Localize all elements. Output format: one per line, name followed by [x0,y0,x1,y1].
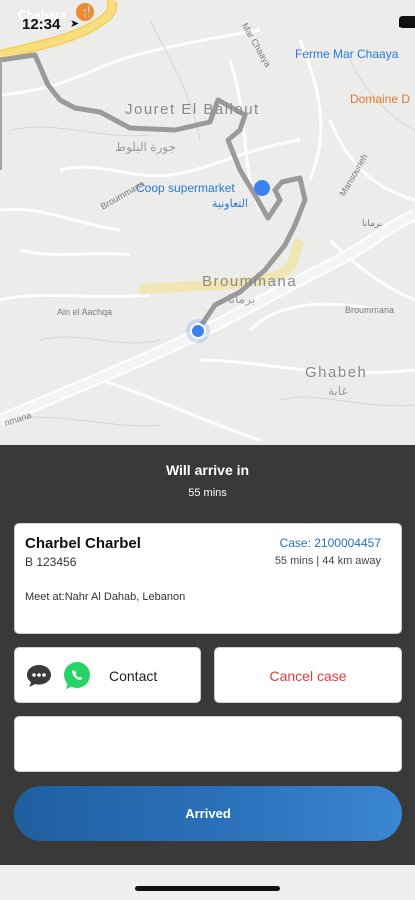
driver-info-card: Charbel Charbel B 123456 Case: 210000445… [14,523,402,634]
plate-number: B 123456 [25,555,77,569]
map-label-ain-el-aachqa: Ain el Aachqa [57,307,113,317]
cancel-case-button[interactable]: Cancel case [214,647,402,703]
map-label-road-ar: برمانا [362,218,383,228]
trip-sheet: Will arrive in 55 mins Charbel Charbel B… [0,445,415,865]
case-number[interactable]: Case: 2100004457 [280,536,381,550]
meet-location: Meet at:Nahr Al Dahab, Lebanon [25,591,186,603]
arrived-button[interactable]: Arrived [14,786,402,841]
map-view[interactable]: Chahara 🍴 Ferme Mar Chaaya Domaine D Jou… [0,0,415,445]
cancel-case-label: Cancel case [269,668,347,684]
eta-distance: 55 mins | 44 km away [274,555,381,567]
map-label-broummana: Broummana [202,273,298,290]
home-indicator-area [0,865,415,900]
map-label-jouret-el-ballout: Jouret El Ballout [125,101,260,118]
map-label-ghabeh: Ghabeh [305,364,368,381]
map-label-coop-ar: التعاونية [212,198,248,210]
whatsapp-icon[interactable] [62,661,92,691]
home-indicator[interactable] [135,886,280,891]
map-label-coop: Coop supermarket [136,181,235,195]
map-label-ghabeh-ar: غابة [328,384,348,398]
chat-icon[interactable] [26,664,52,688]
location-arrow-icon: ➤ [70,18,80,30]
fork-icon: 🍴 [80,6,94,18]
eta-title: Will arrive in [165,462,250,478]
status-time: 12:34 [22,16,61,33]
contact-button[interactable]: Contact [14,647,201,703]
map-label-jouret-el-ballout-ar: جورة البلوط [115,140,176,154]
empty-card [14,716,402,772]
map-label-ferme-mar-chaaya: Ferme Mar Chaaya [295,47,399,61]
map-label-broummana-ar: برمانا [228,292,256,306]
map-label-broummana-road2: Broummana [345,305,395,315]
eta-value: 55 mins [188,487,227,499]
driver-name: Charbel Charbel [25,535,141,552]
map-label-domaine: Domaine D [350,92,411,106]
contact-label: Contact [109,668,158,684]
battery-icon [399,16,415,28]
